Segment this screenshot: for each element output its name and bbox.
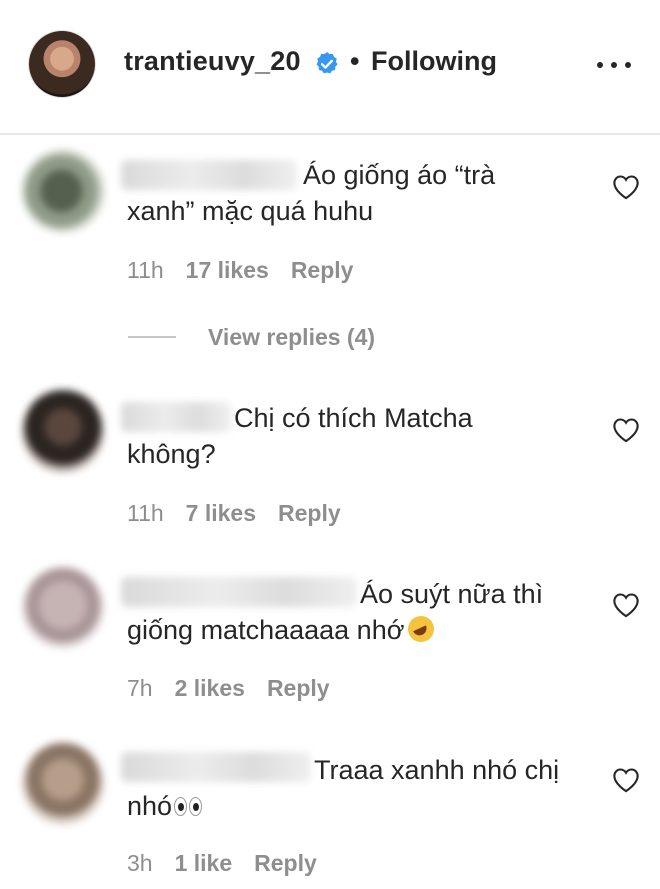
post-author-username[interactable]: trantieuvy_20 bbox=[124, 46, 301, 77]
reply-button[interactable]: Reply bbox=[278, 500, 341, 526]
commenter-avatar[interactable] bbox=[22, 390, 104, 472]
like-heart-icon[interactable] bbox=[612, 417, 640, 443]
like-heart-icon[interactable] bbox=[612, 592, 640, 618]
more-options-icon[interactable] bbox=[597, 59, 631, 71]
comment-text: Áo suýt nữa thì giống matchaaaaa nhớ bbox=[127, 579, 544, 645]
post-author-avatar[interactable] bbox=[29, 31, 95, 97]
like-heart-icon[interactable] bbox=[612, 767, 640, 793]
reply-button[interactable]: Reply bbox=[267, 675, 330, 701]
replies-divider bbox=[128, 336, 176, 338]
comment-meta: 11h 17 likes Reply bbox=[127, 257, 353, 284]
comment-likes[interactable]: 2 likes bbox=[175, 675, 245, 701]
commenter-avatar[interactable] bbox=[22, 566, 104, 648]
reply-button[interactable]: Reply bbox=[291, 257, 354, 283]
verified-badge-icon bbox=[316, 52, 338, 74]
post-header: trantieuvy_20 • Following bbox=[0, 0, 660, 135]
comment-likes[interactable]: 17 likes bbox=[186, 257, 269, 283]
comment-time: 11h bbox=[127, 257, 164, 283]
view-replies-button[interactable]: View replies (4) bbox=[208, 324, 375, 351]
commenter-avatar[interactable] bbox=[22, 742, 104, 824]
comment-time: 11h bbox=[127, 500, 164, 526]
comment-meta: 3h 1 like Reply bbox=[127, 850, 317, 877]
comment-time: 7h bbox=[127, 675, 153, 701]
eyes-emoji bbox=[174, 797, 204, 817]
comment-likes[interactable]: 7 likes bbox=[186, 500, 256, 526]
commenter-avatar[interactable] bbox=[22, 150, 104, 232]
rolling-on-floor-laughing-emoji bbox=[408, 616, 435, 642]
comment-meta: 7h 2 likes Reply bbox=[127, 675, 330, 702]
comment-meta: 11h 7 likes Reply bbox=[127, 500, 341, 527]
following-button[interactable]: Following bbox=[371, 46, 497, 77]
header-separator: • bbox=[350, 46, 360, 76]
comment-text: Traaa xanhh nhó chị nhó bbox=[127, 755, 560, 821]
comment-time: 3h bbox=[127, 850, 153, 876]
comment-text: Áo giống áo “trà xanh” mặc quá huhu bbox=[127, 160, 496, 226]
like-heart-icon[interactable] bbox=[612, 174, 640, 200]
comment-text: Chị có thích Matcha không? bbox=[127, 403, 473, 469]
reply-button[interactable]: Reply bbox=[254, 850, 317, 876]
comment-likes[interactable]: 1 like bbox=[175, 850, 233, 876]
